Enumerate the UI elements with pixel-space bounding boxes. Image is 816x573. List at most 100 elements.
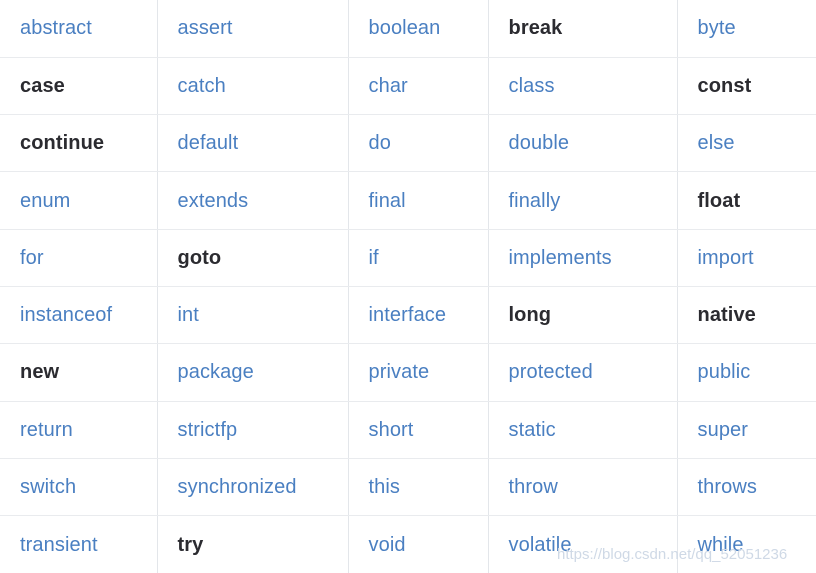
keyword-link[interactable]: for [20,247,44,269]
keyword-link[interactable]: strictfp [178,419,238,441]
keyword-link[interactable]: boolean [369,17,441,39]
keyword-link[interactable]: default [178,132,239,154]
table-row: transient try void volatile while [0,515,816,573]
keyword-link[interactable]: enum [20,190,70,212]
keyword-link[interactable]: short [369,419,414,441]
table-row: return strictfp short static super [0,401,816,459]
keyword-link[interactable]: transient [20,534,98,556]
keyword-cell: default [157,114,349,173]
keyword-link[interactable]: volatile [509,534,572,556]
keyword-cell: volatile [488,515,678,573]
keyword-link[interactable]: interface [369,304,447,326]
table-row: instanceof int interface long native [0,286,816,345]
keyword-link[interactable]: super [698,419,749,441]
keyword-link[interactable]: synchronized [178,476,297,498]
table-row: enum extends final finally float [0,171,816,230]
java-keywords-table: abstract assert boolean break byte case catch c… [0,0,816,573]
keyword-link[interactable]: package [178,361,254,383]
keyword-label: continue [20,132,105,155]
keyword-cell: const [677,57,816,116]
keyword-cell: static [488,401,678,459]
keyword-link[interactable]: throws [698,476,758,498]
keyword-label: long [508,304,552,327]
keyword-link[interactable]: protected [509,361,593,383]
keyword-cell: import [677,229,816,287]
keyword-link[interactable]: return [20,419,73,441]
keyword-label: native [697,304,756,327]
keyword-cell: instanceof [0,286,158,345]
keyword-cell: private [348,343,489,402]
keyword-link[interactable]: void [369,534,406,556]
keyword-cell: extends [157,171,349,230]
keyword-label: case [20,74,65,97]
keyword-cell: strictfp [157,401,349,459]
keyword-label: new [20,361,60,384]
keyword-link[interactable]: char [369,75,408,97]
keyword-cell: implements [488,229,678,287]
keyword-cell: transient [0,515,158,573]
keyword-cell: class [488,57,678,116]
keyword-link[interactable]: throw [509,476,558,498]
keyword-cell: goto [157,229,349,287]
table-row: case catch char class const [0,57,816,116]
keyword-cell: finally [488,171,678,230]
keyword-link[interactable]: class [509,75,555,97]
keyword-link[interactable]: do [369,132,391,154]
keyword-cell: throws [677,458,816,517]
keyword-cell: case [0,57,158,116]
keyword-cell: char [348,57,489,116]
keyword-link[interactable]: switch [20,476,76,498]
keyword-cell: break [488,0,678,58]
keyword-link[interactable]: finally [509,190,561,212]
keyword-cell: try [157,515,349,573]
keyword-label: const [697,74,752,97]
keyword-cell: long [488,286,678,345]
keyword-link[interactable]: public [698,361,751,383]
keyword-link[interactable]: extends [178,190,249,212]
keyword-cell: this [348,458,489,517]
keyword-link[interactable]: instanceof [20,304,112,326]
keyword-cell: public [677,343,816,402]
keyword-cell: final [348,171,489,230]
keyword-link[interactable]: while [698,534,744,556]
keyword-link[interactable]: else [698,132,735,154]
keyword-link[interactable]: implements [509,247,612,269]
keyword-link[interactable]: int [178,304,199,326]
keyword-cell: if [348,229,489,287]
keyword-cell: enum [0,171,158,230]
keyword-label: try [177,533,204,556]
keyword-link[interactable]: this [369,476,401,498]
keyword-cell: protected [488,343,678,402]
keyword-cell: do [348,114,489,173]
keyword-link[interactable]: double [509,132,570,154]
keyword-label: float [697,189,741,212]
keyword-cell: return [0,401,158,459]
keyword-link[interactable]: static [509,419,556,441]
keyword-link[interactable]: abstract [20,17,92,39]
keyword-cell: interface [348,286,489,345]
keyword-label: break [508,17,563,40]
keyword-cell: double [488,114,678,173]
keyword-cell: assert [157,0,349,58]
table-row: abstract assert boolean break byte [0,0,816,58]
keyword-cell: native [677,286,816,345]
keyword-cell: throw [488,458,678,517]
keyword-table-body: abstract assert boolean break byte case catch c… [0,0,816,573]
keyword-link[interactable]: final [369,190,406,212]
keyword-cell: abstract [0,0,158,58]
keyword-cell: while [677,516,816,573]
table-row: for goto if implements import [0,229,816,287]
keyword-cell: void [348,515,489,573]
keyword-link[interactable]: if [369,247,379,269]
table-row: continue default do double else [0,114,816,173]
keyword-link[interactable]: assert [178,17,233,39]
keyword-link[interactable]: private [369,361,430,383]
keyword-link[interactable]: catch [178,75,226,97]
keyword-cell: super [677,401,816,459]
keyword-cell: new [0,343,158,402]
keyword-link[interactable]: byte [698,17,736,39]
keyword-cell: for [0,229,158,287]
keyword-cell: package [157,343,349,402]
keyword-link[interactable]: import [698,247,754,269]
keyword-cell: boolean [348,0,489,58]
